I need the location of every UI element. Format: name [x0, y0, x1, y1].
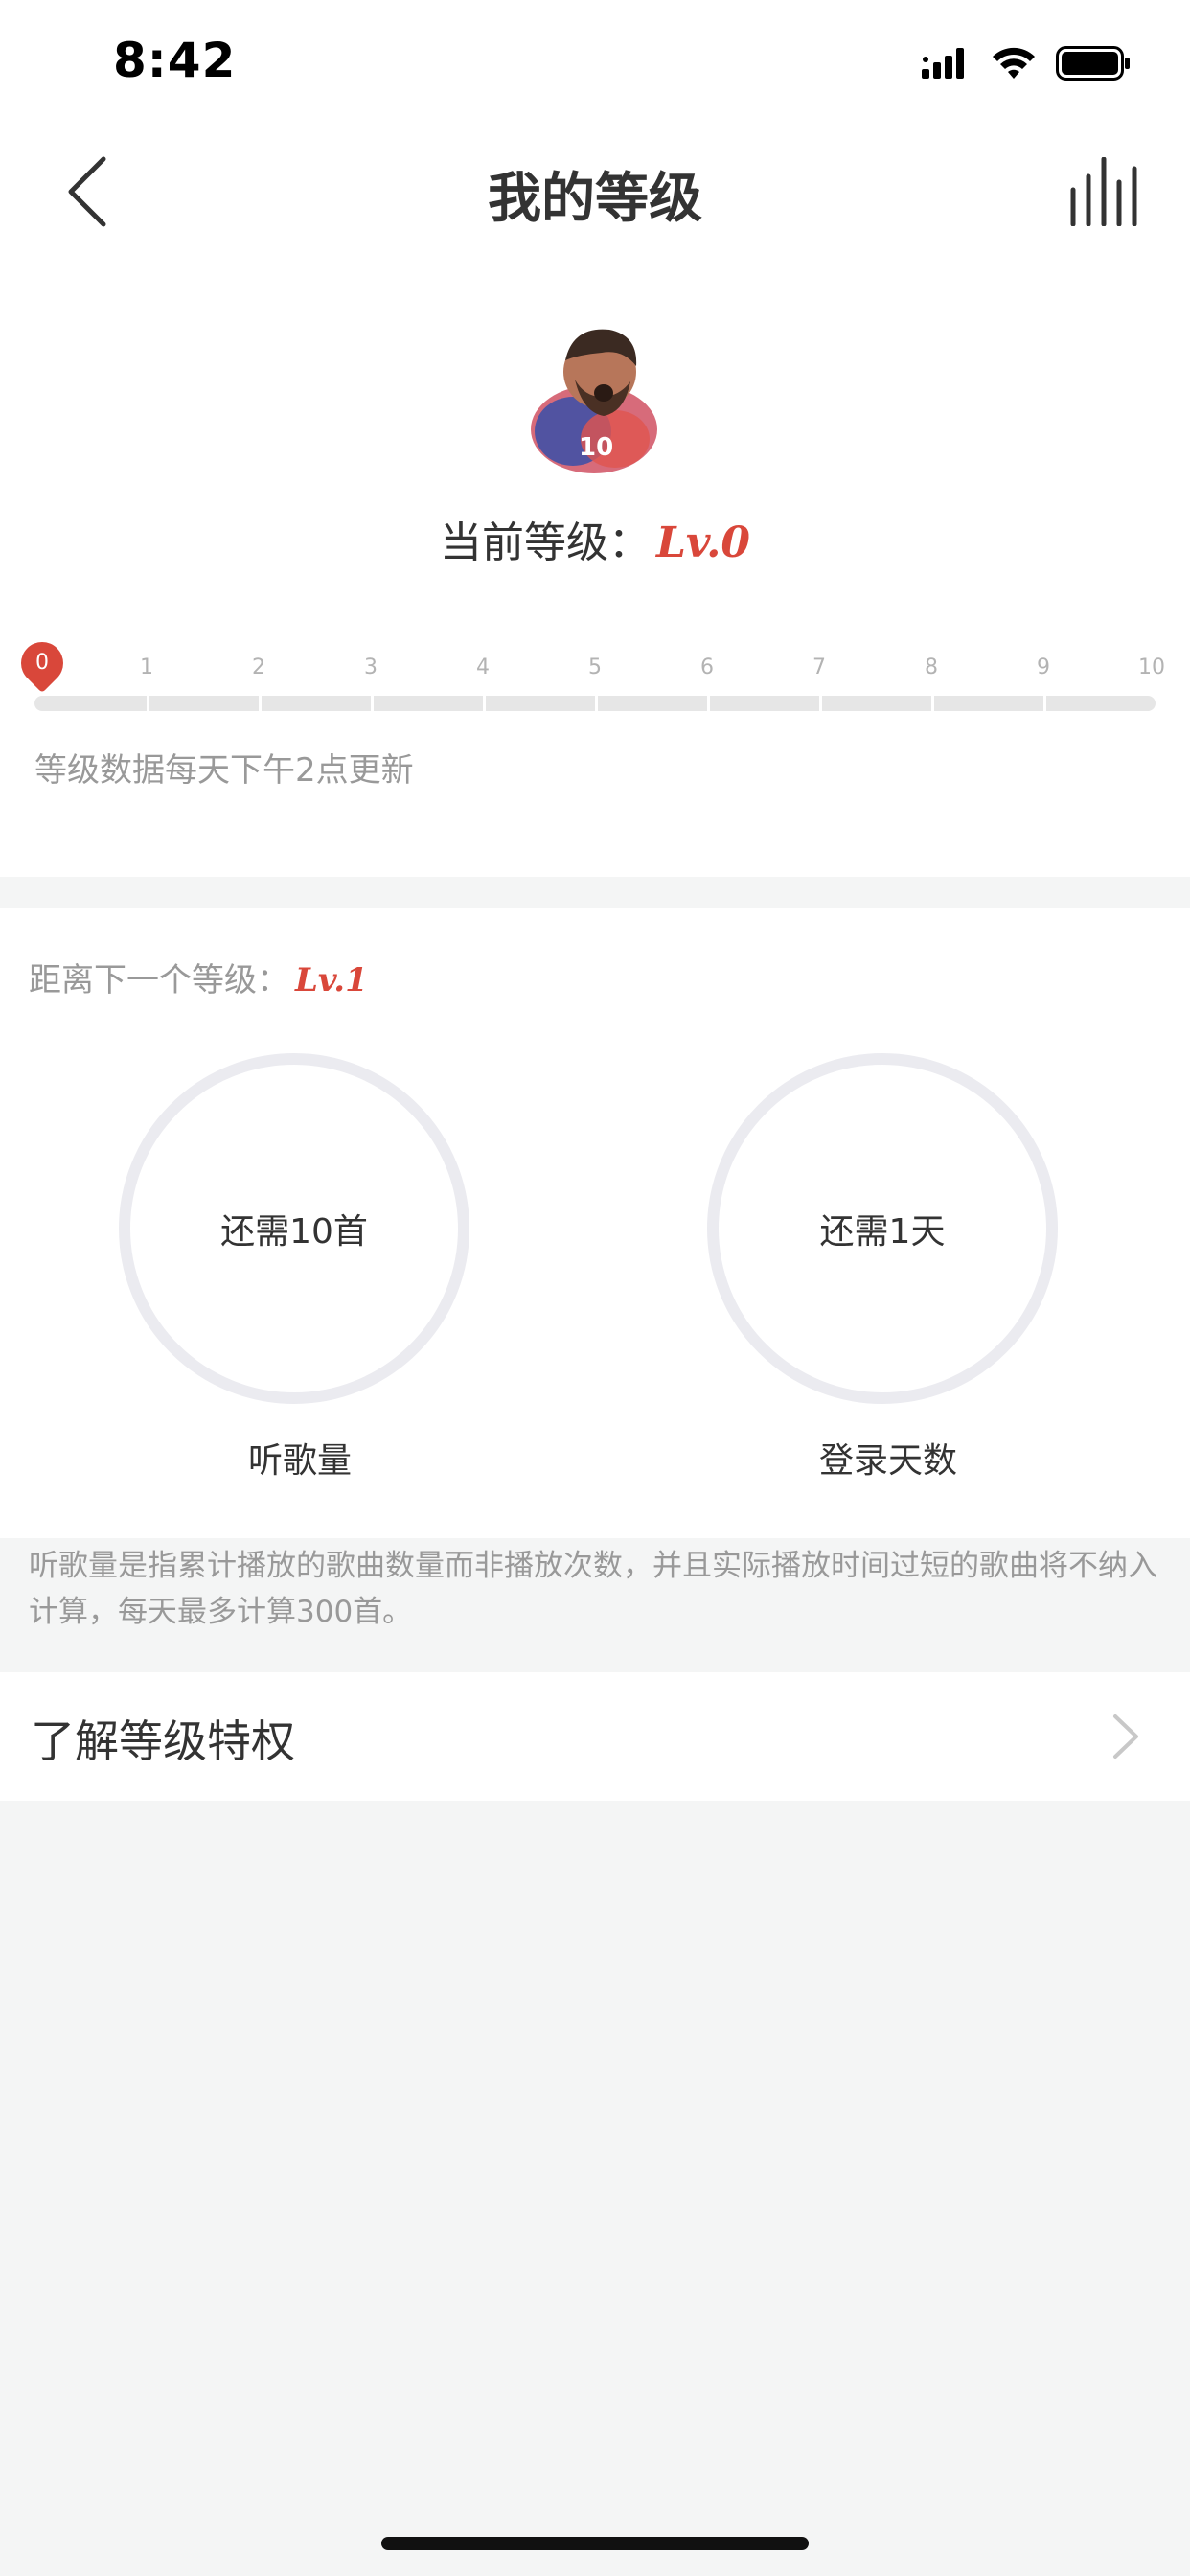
status-time: 8:42 — [113, 33, 237, 88]
section-divider — [0, 877, 1190, 908]
chevron-right-icon — [1113, 1714, 1138, 1759]
level-progress: 1 2 3 4 5 6 7 8 9 10 0 — [11, 632, 1165, 721]
level-stats-button[interactable] — [1065, 156, 1142, 227]
progress-separator — [931, 696, 934, 711]
current-level-marker-number: 0 — [35, 651, 49, 675]
current-level-label: 当前等级： — [439, 518, 651, 567]
progress-separator — [1043, 696, 1046, 711]
next-level-section: 距离下一个等级： Lv.1 还需10首 听歌量 还需1天 登录天数 — [0, 908, 1190, 1538]
progress-tick-9: 9 — [1037, 656, 1050, 679]
days-ring: 还需1天 — [707, 1053, 1058, 1404]
progress-tick-3: 3 — [364, 656, 378, 679]
bar-chart-icon — [1070, 156, 1137, 227]
progress-tick-10: 10 — [1138, 656, 1165, 679]
explanation-text: 听歌量是指累计播放的歌曲数量而非播放次数，并且实际播放时间过短的歌曲将不纳入计算… — [29, 1549, 1157, 1629]
progress-separator — [147, 696, 149, 711]
level-privileges-row[interactable]: 了解等级特权 — [0, 1672, 1190, 1801]
current-level: 当前等级： Lv.0 — [0, 508, 1190, 569]
status-bar: 8:42 — [0, 0, 1190, 126]
progress-separator — [483, 696, 486, 711]
songs-ring: 还需10首 — [119, 1053, 469, 1404]
signal-icon — [922, 48, 964, 79]
next-level-value: Lv.1 — [295, 961, 368, 1000]
status-icons — [922, 42, 1131, 84]
songs-remaining: 还需10首 — [220, 1212, 368, 1252]
svg-text:10: 10 — [579, 433, 613, 462]
update-note: 等级数据每天下午2点更新 — [34, 751, 414, 790]
progress-separator — [819, 696, 822, 711]
progress-separator — [371, 696, 374, 711]
progress-tick-6: 6 — [700, 656, 714, 679]
battery-icon — [1056, 46, 1130, 80]
progress-separator — [259, 696, 262, 711]
wifi-icon — [993, 47, 1035, 79]
progress-tick-4: 4 — [476, 656, 490, 679]
progress-separator — [595, 696, 598, 711]
days-label: 登录天数 — [818, 1441, 957, 1481]
days-remaining: 还需1天 — [819, 1212, 946, 1252]
home-indicator — [381, 2537, 809, 2550]
progress-tick-2: 2 — [252, 656, 265, 679]
avatar-image: 10 — [531, 329, 657, 473]
nav-bar: 我的等级 — [0, 134, 1190, 249]
avatar: 10 — [515, 316, 673, 479]
progress-tick-5: 5 — [588, 656, 602, 679]
progress-tick-1: 1 — [140, 656, 153, 679]
next-level-label-text: 距离下一个等级： — [29, 961, 289, 1000]
next-level-label: 距离下一个等级： Lv.1 — [29, 954, 368, 1000]
songs-label: 听歌量 — [247, 1441, 352, 1481]
progress-tick-7: 7 — [812, 656, 826, 679]
progress-separator — [707, 696, 710, 711]
page-title: 我的等级 — [488, 168, 702, 230]
progress-tick-8: 8 — [925, 656, 938, 679]
current-level-value: Lv.0 — [655, 518, 750, 567]
level-privileges-label: 了解等级特权 — [31, 1715, 295, 1767]
